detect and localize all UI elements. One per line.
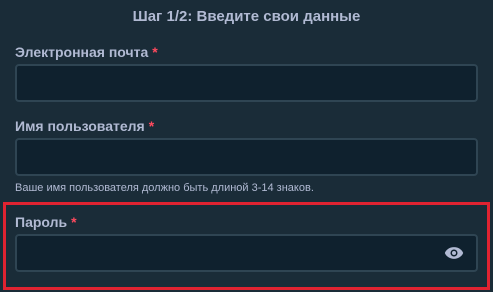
username-label-text: Имя пользователя <box>15 118 145 134</box>
email-label: Электронная почта * <box>15 43 158 61</box>
username-hint: Ваше имя пользователя должно быть длиной… <box>15 182 314 194</box>
registration-form: Шаг 1/2: Введите свои данные Электронная… <box>0 0 493 292</box>
password-highlight-frame <box>3 202 490 290</box>
username-label: Имя пользователя * <box>15 117 154 135</box>
step-title: Шаг 1/2: Введите свои данные <box>132 8 361 25</box>
email-field[interactable] <box>15 64 478 102</box>
required-mark: * <box>148 118 155 134</box>
username-field[interactable] <box>15 138 478 176</box>
email-label-text: Электронная почта <box>15 44 149 60</box>
required-mark: * <box>152 44 158 60</box>
